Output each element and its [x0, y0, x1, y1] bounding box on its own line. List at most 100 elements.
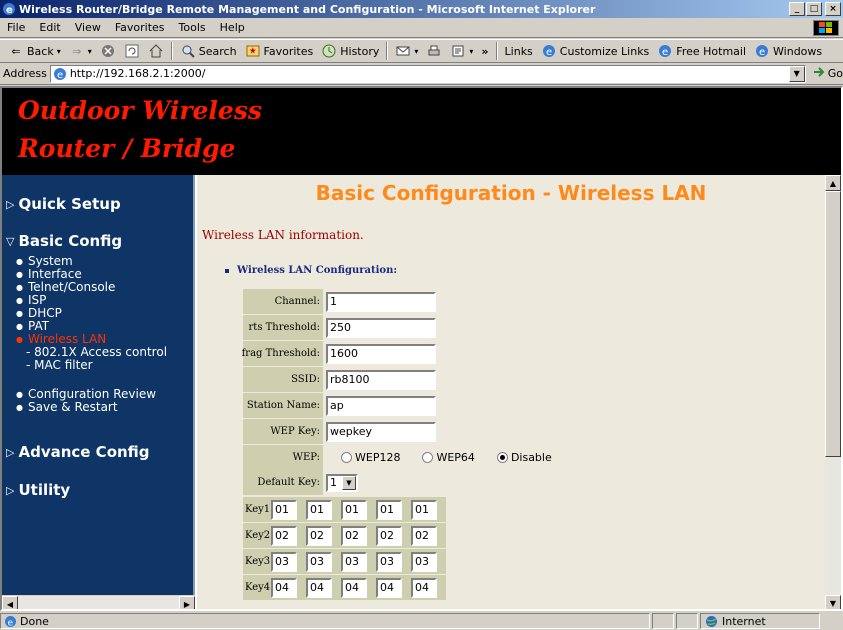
search-button[interactable]: Search: [176, 41, 241, 61]
wep-key-input[interactable]: wepkey: [326, 421, 436, 442]
go-button[interactable]: Go: [812, 65, 843, 82]
channel-input[interactable]: 1: [326, 291, 436, 312]
svg-text:e: e: [546, 47, 552, 58]
sidebar-item-utility[interactable]: ▷ Utility: [6, 481, 70, 499]
scroll-up-icon[interactable]: ▲: [825, 175, 841, 191]
scrollbar-thumb[interactable]: [825, 191, 841, 457]
address-input[interactable]: e http://192.168.2.1:2000/ ▼: [49, 64, 806, 83]
menu-help[interactable]: Help: [213, 21, 252, 34]
sidebar-item-basic-config[interactable]: ▽ Basic Config: [6, 232, 122, 250]
scroll-right-icon[interactable]: ▶: [179, 596, 195, 609]
history-button[interactable]: History: [317, 41, 383, 61]
rts-threshold-input[interactable]: 250: [326, 317, 436, 338]
title-bar: e Wireless Router/Bridge Remote Manageme…: [0, 0, 843, 18]
key3-byte-input[interactable]: 03: [341, 551, 367, 572]
edit-button[interactable]: ▾: [446, 41, 477, 61]
stop-button[interactable]: [96, 41, 120, 61]
back-button[interactable]: ⇐ Back ▾: [4, 41, 65, 61]
frag-threshold-input[interactable]: 1600: [326, 343, 436, 364]
disable-radio[interactable]: Disable: [496, 451, 552, 464]
print-button[interactable]: [422, 41, 446, 61]
vertical-scrollbar[interactable]: ▲ ▼: [825, 175, 841, 609]
favorites-button[interactable]: Favorites: [241, 41, 318, 61]
triangle-right-icon: ▷: [6, 445, 15, 459]
wep128-radio[interactable]: WEP128: [341, 451, 400, 464]
sidebar-item-advance-config[interactable]: ▷ Advance Config: [6, 443, 150, 461]
key3-byte-input[interactable]: 03: [411, 551, 437, 572]
wep-key-label: WEP Key:: [243, 419, 323, 444]
sidebar-item-quick-setup[interactable]: ▷ Quick Setup: [6, 195, 121, 213]
scroll-down-icon[interactable]: ▼: [825, 595, 841, 609]
key1-byte-input[interactable]: 01: [271, 499, 297, 520]
key4-byte-input[interactable]: 04: [306, 577, 332, 598]
key4-byte-input[interactable]: 04: [271, 577, 297, 598]
menu-favorites[interactable]: Favorites: [108, 21, 172, 34]
sidebar-item-mac-filter[interactable]: - MAC filter: [16, 359, 167, 372]
key2-byte-input[interactable]: 02: [411, 525, 437, 546]
maximize-button[interactable]: □: [806, 2, 822, 16]
close-button[interactable]: ×: [825, 2, 841, 16]
key3-byte-input[interactable]: 03: [306, 551, 332, 572]
menu-view[interactable]: View: [68, 21, 108, 34]
key4-byte-input[interactable]: 04: [411, 577, 437, 598]
sidebar-item-save-restart[interactable]: ● Save & Restart: [16, 401, 156, 414]
home-button[interactable]: [144, 41, 168, 61]
default-key-select[interactable]: 1 ▼: [326, 473, 358, 492]
key2-byte-input[interactable]: 02: [341, 525, 367, 546]
forward-button[interactable]: ⇒ ▾: [65, 41, 96, 61]
address-dropdown-icon[interactable]: ▼: [788, 65, 805, 82]
mail-icon: [395, 43, 411, 59]
key1-byte-input[interactable]: 01: [376, 499, 402, 520]
minimize-button[interactable]: _: [789, 2, 805, 16]
ssid-input[interactable]: rb8100: [326, 369, 436, 390]
station-name-input[interactable]: ap: [326, 395, 436, 416]
sidebar-item-label: Save & Restart: [28, 400, 118, 414]
main-content: Basic Configuration - Wireless LAN Wirel…: [197, 175, 825, 609]
ie-page-icon: e: [754, 43, 770, 59]
rts-row: rts Threshold: 250: [243, 315, 436, 340]
mail-button[interactable]: ▾: [391, 41, 422, 61]
key1-byte-input[interactable]: 01: [306, 499, 332, 520]
default-key-row: Default Key: 1 ▼: [243, 470, 358, 495]
window-title: Wireless Router/Bridge Remote Management…: [19, 2, 596, 16]
station-row: Station Name: ap: [243, 393, 436, 418]
sidebar-horizontal-scrollbar[interactable]: ◀ ▶: [2, 595, 195, 609]
key2-byte-input[interactable]: 02: [376, 525, 402, 546]
link-hotmail[interactable]: e Free Hotmail: [653, 41, 750, 61]
rts-label: rts Threshold:: [243, 315, 323, 340]
favorites-label: Favorites: [263, 44, 314, 58]
refresh-button[interactable]: [120, 41, 144, 61]
menu-file[interactable]: File: [0, 21, 32, 34]
key2-byte-input[interactable]: 02: [271, 525, 297, 546]
link-windows[interactable]: e Windows: [750, 41, 826, 61]
key4-byte-input[interactable]: 04: [376, 577, 402, 598]
key2-byte-input[interactable]: 02: [306, 525, 332, 546]
key1-byte-input[interactable]: 01: [411, 499, 437, 520]
menu-edit[interactable]: Edit: [32, 21, 67, 34]
sidebar-item-label: Quick Setup: [18, 195, 121, 213]
sidebar-item-label: - MAC filter: [26, 358, 93, 372]
scroll-left-icon[interactable]: ◀: [2, 596, 18, 609]
menu-tools[interactable]: Tools: [172, 21, 213, 34]
dropdown-icon: ▾: [87, 46, 92, 56]
history-label: History: [340, 44, 380, 58]
status-text: Done: [20, 614, 49, 628]
svg-text:e: e: [662, 47, 668, 58]
toolbar-separator: [495, 42, 498, 60]
wep64-radio[interactable]: WEP64: [422, 451, 475, 464]
review-list: ● Configuration Review ● Save & Restart: [16, 388, 156, 414]
link-customize[interactable]: e Customize Links: [537, 41, 654, 61]
wep-radio-group: WEP128 WEP64 Disable: [341, 451, 574, 464]
more-chevron-icon[interactable]: »: [477, 41, 492, 61]
page-title: Basic Configuration - Wireless LAN: [315, 181, 707, 205]
key2-row: Key2: 02 02 02 02 02: [243, 523, 446, 548]
key1-byte-input[interactable]: 01: [341, 499, 367, 520]
home-icon: [148, 43, 164, 59]
key1-label: Key1:: [245, 504, 274, 515]
ie-page-icon: e: [4, 615, 17, 628]
forward-arrow-icon: ⇒: [72, 44, 82, 58]
triangle-down-icon: ▽: [6, 234, 15, 248]
key4-byte-input[interactable]: 04: [341, 577, 367, 598]
key3-byte-input[interactable]: 03: [376, 551, 402, 572]
key3-byte-input[interactable]: 03: [271, 551, 297, 572]
